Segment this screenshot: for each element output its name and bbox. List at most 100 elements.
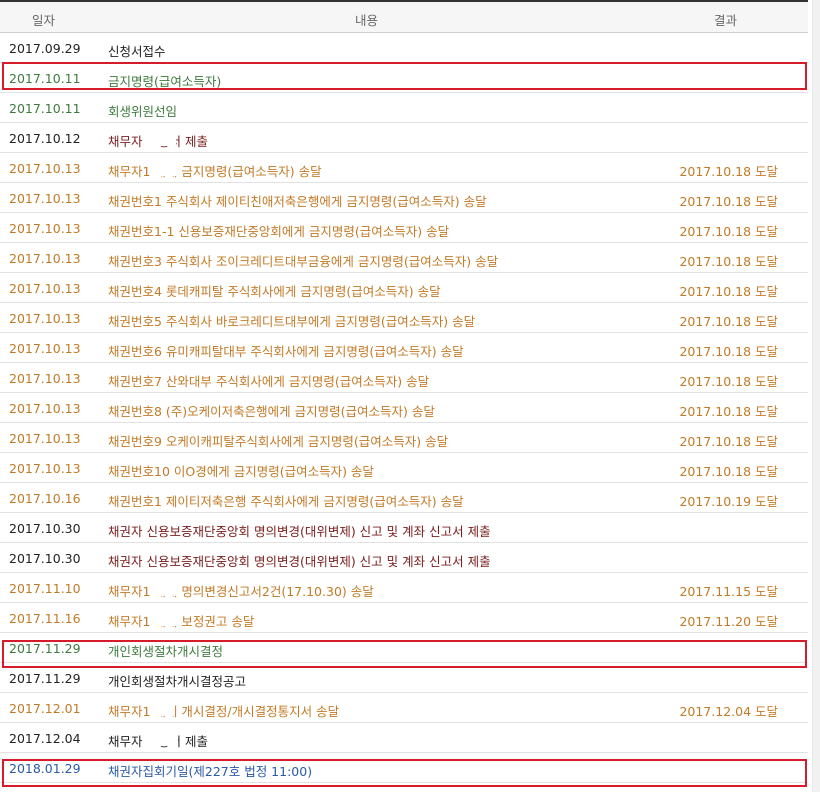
redaction-mask bbox=[150, 609, 182, 626]
row-content: 채권자집회기일(제227호 법정 11:00) bbox=[108, 764, 313, 779]
row-date: 2017.11.16 bbox=[9, 611, 81, 626]
row-date: 2017.10.12 bbox=[9, 131, 81, 146]
row-date: 2017.10.13 bbox=[9, 311, 81, 326]
table-row: 2017.10.13 채권번호1 주식회사 제이티친애저축은행에게 금지명령(급여… bbox=[0, 183, 808, 213]
table-row: 2017.10.30 채권자 신용보증재단중앙회 명의변경(대위변제) 신고 및 … bbox=[0, 513, 808, 543]
scrollbar[interactable] bbox=[812, 0, 820, 792]
redaction-mask bbox=[144, 129, 176, 146]
row-date: 2017.10.13 bbox=[9, 431, 81, 446]
row-content: 채권번호7 산와대부 주식회사에게 금지명령(급여소득자) 송달 bbox=[108, 374, 430, 389]
table-row: 2017.10.30 채권자 신용보증재단중앙회 명의변경(대위변제) 신고 및 … bbox=[0, 543, 808, 573]
row-content: 채권번호1 제이티저축은행 주식회사에게 금지명령(급여소득자) 송달 bbox=[108, 494, 464, 509]
table-row: 2017.11.29 개인회생절차개시결정공고 bbox=[0, 663, 808, 693]
row-date: 2017.10.11 bbox=[9, 101, 81, 116]
row-result: 2017.11.15 도달 bbox=[679, 584, 778, 599]
row-result: 2017.10.18 도달 bbox=[679, 464, 778, 479]
row-date: 2017.10.13 bbox=[9, 221, 81, 236]
row-date: 2017.10.13 bbox=[9, 281, 81, 296]
row-content: 채권번호1-1 신용보증재단중앙회에게 금지명령(급여소득자) 송달 bbox=[108, 224, 450, 239]
table-row: 2017.11.16채무자1 에게 보정권고 송달2017.11.20 도달 bbox=[0, 603, 808, 633]
row-content: 금지명령(급여소득자) bbox=[108, 74, 222, 89]
row-date: 2017.12.04 bbox=[9, 731, 81, 746]
row-result: 2017.10.18 도달 bbox=[679, 314, 778, 329]
table-row: 2017.10.13 채권번호9 오케이캐피탈주식회사에게 금지명령(급여소득자)… bbox=[0, 423, 808, 453]
table-row: 2017.10.13 채권번호8 (주)오케이저축은행에게 금지명령(급여소득자)… bbox=[0, 393, 808, 423]
table-row: 2017.09.29 신청서접수 bbox=[0, 33, 808, 63]
row-date: 2017.10.13 bbox=[9, 251, 81, 266]
row-content: 개인회생절차개시결정공고 bbox=[108, 674, 247, 689]
case-history-table: 일자 내용 결과 2017.09.29 신청서접수 2017.10.11 금지명령(급… bbox=[0, 0, 808, 783]
row-date: 2017.10.13 bbox=[9, 371, 81, 386]
row-content: 채권번호1 주식회사 제이티친애저축은행에게 금지명령(급여소득자) 송달 bbox=[108, 194, 487, 209]
table-header: 일자 내용 결과 bbox=[0, 2, 808, 33]
row-result: 2017.10.18 도달 bbox=[679, 404, 778, 419]
table-row: 2017.12.04채무자 보정서 제출 bbox=[0, 723, 808, 753]
row-date: 2017.10.30 bbox=[9, 521, 81, 536]
table-row: 2017.10.12채무자 보정서 제출 bbox=[0, 123, 808, 153]
table-row: 2017.11.10 채무자1 에게 명의변경신고서2건(17.10.30) 송달… bbox=[0, 573, 808, 603]
table-row: 2017.10.13 채권번호7 산와대부 주식회사에게 금지명령(급여소득자) … bbox=[0, 363, 808, 393]
redaction-mask bbox=[150, 699, 174, 716]
table-body: 2017.09.29 신청서접수 2017.10.11 금지명령(급여소득자) 2017… bbox=[0, 33, 808, 783]
table-row: 2017.10.13 채권번호10 이O경에게 금지명령(급여소득자) 송달 201… bbox=[0, 453, 808, 483]
row-date: 2017.10.13 bbox=[9, 461, 81, 476]
row-result: 2017.11.20 도달 bbox=[679, 614, 778, 629]
row-result: 2017.12.04 도달 bbox=[679, 704, 778, 719]
row-content: 채무자1 에게 개시결정/개시결정통지서 송달 bbox=[108, 704, 340, 719]
row-content: 개인회생절차개시결정 bbox=[108, 644, 224, 659]
row-content: 채권번호4 롯데캐피탈 주식회사에게 금지명령(급여소득자) 송달 bbox=[108, 284, 441, 299]
row-date: 2017.10.13 bbox=[9, 341, 81, 356]
header-result: 결과 bbox=[714, 13, 738, 28]
row-date: 2017.10.11 bbox=[9, 71, 81, 86]
row-content: 채권번호5 주식회사 바로크레디트대부에게 금지명령(급여소득자) 송달 bbox=[108, 314, 476, 329]
row-content: 신청서접수 bbox=[108, 44, 166, 59]
row-date: 2017.11.10 bbox=[9, 581, 81, 596]
row-date: 2017.12.01 bbox=[9, 701, 81, 716]
table-row: 2017.11.29 개인회생절차개시결정 bbox=[0, 633, 808, 663]
table-row: 2017.10.16 채권번호1 제이티저축은행 주식회사에게 금지명령(급여소득… bbox=[0, 483, 808, 513]
row-date: 2017.10.30 bbox=[9, 551, 81, 566]
row-content: 채무자1 에게 명의변경신고서2건(17.10.30) 송달 bbox=[108, 584, 374, 599]
table-row: 2017.10.13 채권번호1-1 신용보증재단중앙회에게 금지명령(급여소득자… bbox=[0, 213, 808, 243]
row-content: 채권번호8 (주)오케이저축은행에게 금지명령(급여소득자) 송달 bbox=[108, 404, 435, 419]
row-date: 2018.01.29 bbox=[9, 761, 81, 776]
table-row: 2017.10.13 채권번호3 주식회사 조이크레디트대부금융에게 금지명령(급… bbox=[0, 243, 808, 273]
row-date: 2017.10.13 bbox=[9, 401, 81, 416]
row-date: 2017.09.29 bbox=[9, 41, 81, 56]
row-result: 2017.10.18 도달 bbox=[679, 374, 778, 389]
table-row: 2017.10.13 채권번호6 유미캐피탈대부 주식회사에게 금지명령(급여소득… bbox=[0, 333, 808, 363]
redaction-mask bbox=[144, 729, 178, 746]
table-row: 2017.10.11 회생위원선임 bbox=[0, 93, 808, 123]
row-date: 2017.11.29 bbox=[9, 671, 81, 686]
row-date: 2017.10.13 bbox=[9, 161, 81, 176]
table-row: 2017.10.13 채무자1 에게 금지명령(급여소득자) 송달 2017.10.… bbox=[0, 153, 808, 183]
table-row: 2017.12.01 채무자1 에게 개시결정/개시결정통지서 송달 2017.12… bbox=[0, 693, 808, 723]
row-result: 2017.10.19 도달 bbox=[679, 494, 778, 509]
row-content: 채권번호10 이O경에게 금지명령(급여소득자) 송달 bbox=[108, 464, 374, 479]
row-content: 채권번호9 오케이캐피탈주식회사에게 금지명령(급여소득자) 송달 bbox=[108, 434, 449, 449]
row-result: 2017.10.18 도달 bbox=[679, 224, 778, 239]
row-content: 채권자 신용보증재단중앙회 명의변경(대위변제) 신고 및 계좌 신고서 제출 bbox=[108, 554, 491, 569]
row-date: 2017.11.29 bbox=[9, 641, 81, 656]
row-result: 2017.10.18 도달 bbox=[679, 284, 778, 299]
row-content: 채권번호6 유미캐피탈대부 주식회사에게 금지명령(급여소득자) 송달 bbox=[108, 344, 464, 359]
row-content: 회생위원선임 bbox=[108, 104, 178, 119]
table-row: 2017.10.11 금지명령(급여소득자) bbox=[0, 63, 808, 93]
row-result: 2017.10.18 도달 bbox=[679, 254, 778, 269]
row-result: 2017.10.18 도달 bbox=[679, 164, 778, 179]
redaction-mask bbox=[150, 159, 182, 176]
row-date: 2017.10.16 bbox=[9, 491, 81, 506]
row-date: 2017.10.13 bbox=[9, 191, 81, 206]
table-row: 2017.10.13 채권번호5 주식회사 바로크레디트대부에게 금지명령(급여소… bbox=[0, 303, 808, 333]
header-date: 일자 bbox=[32, 13, 56, 28]
header-content: 내용 bbox=[355, 13, 379, 28]
row-content: 채권번호3 주식회사 조이크레디트대부금융에게 금지명령(급여소득자) 송달 bbox=[108, 254, 499, 269]
redaction-mask bbox=[150, 579, 182, 596]
row-result: 2017.10.18 도달 bbox=[679, 434, 778, 449]
table-row: 2017.10.13 채권번호4 롯데캐피탈 주식회사에게 금지명령(급여소득자)… bbox=[0, 273, 808, 303]
row-result: 2017.10.18 도달 bbox=[679, 344, 778, 359]
table-row: 2018.01.29 채권자집회기일(제227호 법정 11:00) bbox=[0, 753, 808, 783]
row-result: 2017.10.18 도달 bbox=[679, 194, 778, 209]
row-content: 채무자1 에게 금지명령(급여소득자) 송달 bbox=[108, 164, 322, 179]
row-content: 채권자 신용보증재단중앙회 명의변경(대위변제) 신고 및 계좌 신고서 제출 bbox=[108, 524, 491, 539]
